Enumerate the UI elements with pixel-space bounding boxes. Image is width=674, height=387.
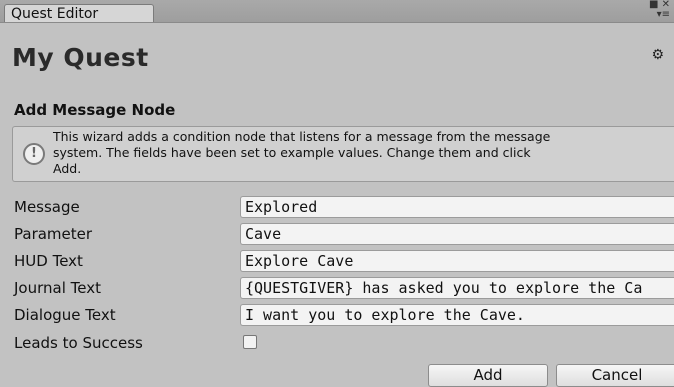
page-title: My Quest: [12, 43, 149, 72]
tab-menu-icon[interactable]: ▾≡: [657, 9, 670, 20]
dialogue-text-row: Dialogue Text I want you to explore the …: [0, 303, 674, 327]
parameter-field[interactable]: Cave: [240, 223, 674, 245]
journal-text-row: Journal Text {QUESTGIVER} has asked you …: [0, 276, 674, 300]
dialogue-text-label: Dialogue Text: [14, 306, 116, 324]
parameter-row: Parameter Cave: [0, 222, 674, 246]
gear-icon[interactable]: ⚙: [651, 47, 664, 63]
leads-to-success-row: Leads to Success: [0, 331, 674, 355]
dialogue-text-field[interactable]: I want you to explore the Cave.: [240, 304, 674, 326]
journal-text-label: Journal Text: [14, 279, 101, 297]
help-text: This wizard adds a condition node that l…: [53, 129, 551, 176]
hud-text-field[interactable]: Explore Cave: [240, 250, 674, 272]
quest-editor-panel: My Quest ⚙ Add Message Node ! This wizar…: [0, 23, 674, 387]
parameter-label: Parameter: [14, 225, 93, 243]
add-button[interactable]: Add: [428, 364, 548, 387]
info-icon: !: [23, 143, 45, 165]
section-title: Add Message Node: [14, 101, 176, 119]
message-field[interactable]: Explored: [240, 196, 674, 218]
leads-to-success-checkbox[interactable]: [243, 335, 257, 349]
cancel-button[interactable]: Cancel: [556, 364, 674, 387]
message-row: Message Explored: [0, 195, 674, 219]
message-label: Message: [14, 198, 80, 216]
hud-text-label: HUD Text: [14, 252, 83, 270]
tab-quest-editor[interactable]: Quest Editor: [4, 4, 154, 22]
leads-to-success-label: Leads to Success: [14, 334, 143, 352]
hud-text-row: HUD Text Explore Cave: [0, 249, 674, 273]
journal-text-field[interactable]: {QUESTGIVER} has asked you to explore th…: [240, 277, 674, 299]
help-box: ! This wizard adds a condition node that…: [12, 126, 674, 182]
editor-tab-bar: Quest Editor ■ ✕ ▾≡: [0, 0, 674, 23]
window-controls: ■ ✕ ▾≡: [646, 0, 670, 22]
